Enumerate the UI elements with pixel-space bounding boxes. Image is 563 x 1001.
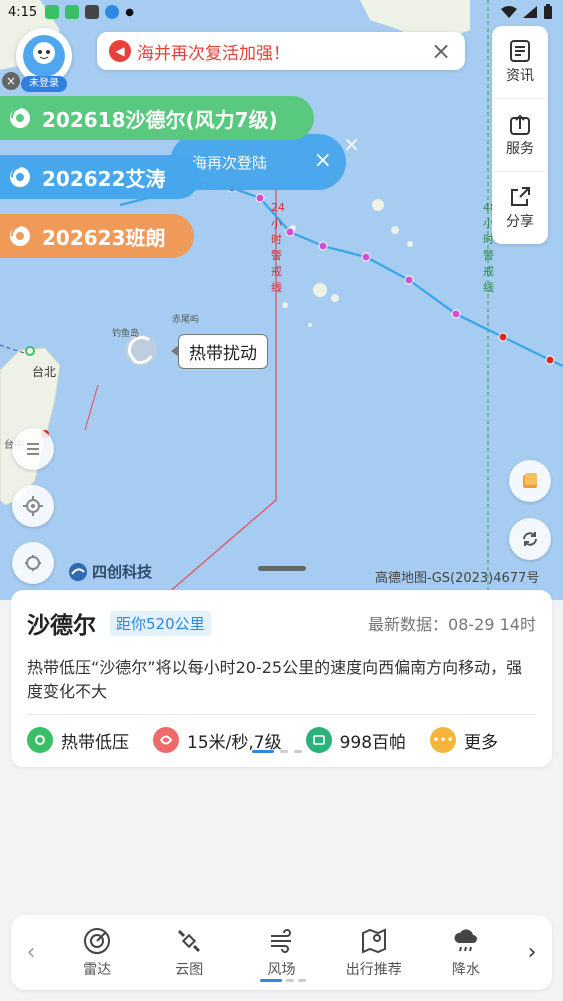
divider — [27, 714, 536, 715]
wifi-icon — [501, 6, 517, 18]
locate-button[interactable] — [12, 485, 54, 527]
side-item-label: 资讯 — [506, 68, 534, 84]
pressure-icon — [305, 727, 332, 753]
radar-icon — [84, 927, 111, 954]
service-icon — [510, 114, 530, 135]
landing-banner-text: 海再次登陆 — [192, 153, 268, 172]
metric-label: 15米/秒,7级 — [187, 732, 282, 753]
satellite-icon — [178, 929, 201, 952]
typhoon-icon — [10, 225, 30, 246]
typhoon-icon — [10, 166, 30, 187]
battery-icon — [544, 4, 552, 19]
typhoon-chip-label: 202618沙德尔(风力7级) — [42, 107, 278, 132]
refresh-button[interactable] — [509, 518, 551, 560]
tab-label: 出行推荐 — [345, 961, 402, 978]
update-time: 最新数据：08-29 14时 — [368, 615, 536, 634]
layers-icon — [523, 473, 537, 488]
metric-label: 热带低压 — [61, 732, 129, 753]
ghost-close-icon[interactable]: × — [343, 132, 360, 156]
metric-label: 更多 — [464, 732, 499, 753]
light-icon — [85, 5, 100, 19]
distance-badge: 距你520公里 — [110, 610, 211, 636]
wind-field-icon — [270, 928, 291, 953]
tab-wind-field[interactable]: 风场 — [235, 915, 327, 990]
active-indicator — [259, 979, 306, 982]
locate-icon — [23, 496, 43, 516]
range-button[interactable] — [12, 542, 54, 584]
tab-rain[interactable]: 降水 — [420, 915, 512, 990]
status-time: 4:15 — [8, 4, 38, 20]
status-bar: 4:15 ● — [0, 0, 563, 24]
brand-name: 四创科技 — [92, 563, 153, 581]
wind-icon — [153, 727, 179, 753]
metric-intensity: 热带低压 — [27, 727, 129, 753]
rain-cloud-icon — [454, 928, 477, 951]
typhoon-chip-label: 202622艾涛 — [42, 166, 166, 191]
typhoon-chip-aitao[interactable]: 202622艾涛 — [0, 155, 200, 199]
landing-banner-close-icon[interactable]: × — [314, 148, 332, 173]
legend-button[interactable] — [12, 428, 54, 470]
side-item-service[interactable]: 服务 — [492, 99, 548, 172]
side-item-label: 分享 — [506, 214, 534, 230]
typhoon-description: 热带低压“沙德尔”将以每小时20-25公里的速度向西偏南方向移动，强度变化不大 — [27, 658, 523, 701]
side-item-share[interactable]: 分享 — [492, 172, 548, 244]
tab-label: 降水 — [451, 961, 480, 978]
nav-next-icon[interactable]: › — [512, 940, 552, 965]
typhoon-chip-label: 202623班朗 — [42, 225, 166, 250]
notice-text: 海并再次复活加强！ — [137, 43, 290, 64]
warning-line-24h-label: 24小时警戒线 — [271, 201, 285, 294]
metric-pressure: 998百帕 — [305, 727, 407, 753]
place-diaoyu: 钓鱼岛 — [112, 329, 140, 339]
metric-more[interactable]: ••• 更多 — [430, 727, 498, 753]
page-indicator — [252, 750, 302, 753]
signal-icon — [523, 6, 537, 18]
disturbance-label[interactable]: 热带扰动 — [171, 334, 268, 369]
layers-button[interactable] — [509, 460, 551, 502]
tab-travel[interactable]: 出行推荐 — [328, 915, 420, 990]
bottom-nav: ‹ 雷达 云图 风场 出行推荐 降水 › — [11, 915, 552, 990]
tab-label: 雷达 — [83, 961, 112, 978]
place-chiwei: 赤尾屿 — [172, 315, 200, 325]
drag-handle[interactable] — [258, 566, 306, 571]
share-icon — [511, 187, 530, 206]
news-icon — [510, 40, 530, 62]
typhoon-icon — [10, 107, 30, 128]
tab-satellite[interactable]: 云图 — [143, 915, 235, 990]
side-item-news[interactable]: 资讯 — [492, 26, 548, 99]
brand-logo-icon — [69, 562, 87, 581]
typhoon-info-card[interactable]: 沙德尔 距你520公里 最新数据：08-29 14时 热带低压“沙德尔”将以每小… — [11, 590, 552, 767]
legend-icon — [27, 443, 39, 455]
tab-label: 风场 — [267, 961, 296, 978]
tab-radar[interactable]: 雷达 — [51, 915, 143, 990]
wechat-icon — [45, 5, 60, 19]
nav-prev-icon[interactable]: ‹ — [11, 940, 51, 965]
notice-close-icon[interactable]: × — [429, 37, 453, 65]
message-icon — [65, 5, 80, 19]
close-icon[interactable]: × — [2, 72, 20, 90]
avatar-face-icon — [23, 35, 65, 77]
intensity-icon — [27, 727, 53, 753]
refresh-icon — [523, 532, 537, 546]
map-pin-icon — [361, 927, 386, 954]
typhoon-name: 沙德尔 — [27, 613, 96, 639]
metric-label: 998百帕 — [339, 732, 407, 753]
typhoon-chip-shadeer[interactable]: 202618沙德尔(风力7级) — [0, 96, 314, 140]
download-icon — [105, 5, 120, 19]
notice-bar[interactable]: ◀ 海并再次复活加强！ × — [97, 32, 465, 70]
speaker-icon: ◀ — [109, 40, 131, 62]
user-avatar[interactable]: 未登录 — [16, 28, 72, 92]
side-item-label: 服务 — [506, 141, 534, 157]
login-status-tag: 未登录 — [21, 76, 67, 92]
tab-label: 云图 — [175, 961, 204, 978]
map-attribution: 高德地图-GS(2023)4677号 — [375, 571, 540, 586]
brand-logo: 四创科技 — [68, 561, 152, 582]
target-icon — [25, 555, 41, 571]
dot-icon: ● — [125, 6, 134, 18]
more-icon: ••• — [430, 727, 457, 753]
place-taibei: 台北 — [32, 365, 57, 379]
typhoon-map[interactable]: 广东江省温州市苍南区沿海登陆 江海渐沿江海登陆 24小时警戒线 48小时警戒线 … — [0, 0, 563, 600]
typhoon-chip-banlang[interactable]: 202623班朗 — [0, 214, 194, 258]
side-panel: 资讯 服务 分享 — [492, 26, 548, 244]
